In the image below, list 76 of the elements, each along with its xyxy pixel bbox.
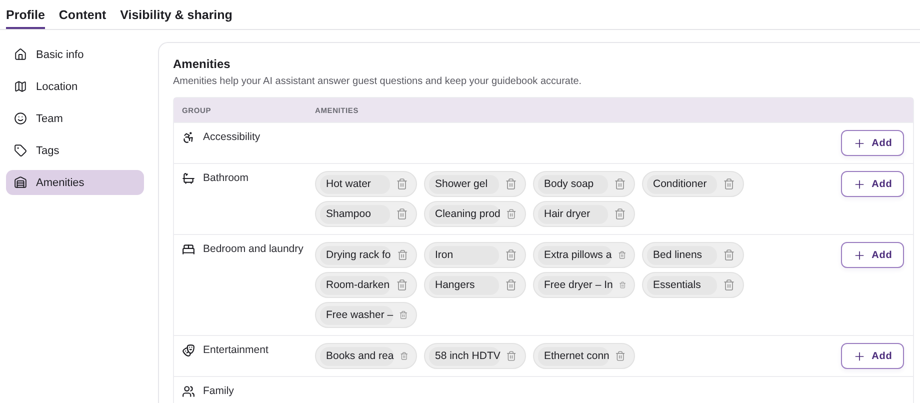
group-name: Family: [203, 385, 234, 397]
trash-icon[interactable]: [614, 208, 626, 220]
trash-icon[interactable]: [506, 350, 517, 362]
bathtub-icon: [182, 172, 195, 185]
trash-icon[interactable]: [618, 279, 626, 291]
amenity-field[interactable]: Books and rea: [320, 346, 394, 366]
plus-icon: [852, 350, 866, 362]
amenity-field[interactable]: Essentials: [647, 276, 717, 294]
group-name: Entertainment: [203, 344, 268, 356]
trash-icon[interactable]: [399, 309, 408, 321]
sidebar-item[interactable]: Basic info: [6, 42, 144, 67]
amenity-field[interactable]: Room-darken: [320, 276, 390, 294]
group-name: Bedroom and laundry: [203, 243, 304, 255]
amenity-field[interactable]: Shampoo: [320, 204, 390, 224]
trash-icon[interactable]: [723, 249, 735, 261]
trash-icon[interactable]: [723, 178, 735, 190]
amenity-field[interactable]: Free dryer – In: [538, 276, 613, 294]
bed-icon: [182, 243, 195, 256]
tab[interactable]: Visibility & sharing: [120, 8, 232, 29]
amenity-field[interactable]: Shower gel: [429, 174, 499, 194]
section-description: Amenities help your AI assistant answer guest questions and keep your guidebook accurate.: [173, 76, 583, 87]
trash-icon[interactable]: [396, 178, 408, 190]
amenity-field[interactable]: Extra pillows a: [538, 246, 612, 264]
trash-icon[interactable]: [396, 208, 408, 220]
theater-masks-icon: [182, 344, 195, 357]
amenity-field[interactable]: Ethernet conn: [538, 346, 610, 366]
trash-icon[interactable]: [506, 208, 517, 220]
tab[interactable]: Profile: [6, 8, 45, 29]
building-icon: [14, 176, 27, 189]
trash-icon[interactable]: [723, 279, 735, 291]
amenity-field[interactable]: Free washer –: [320, 306, 394, 324]
sidebar-item-label: Location: [36, 80, 78, 92]
people-icon: [182, 385, 195, 398]
trash-icon[interactable]: [615, 350, 626, 362]
trash-icon[interactable]: [505, 279, 517, 291]
amenity-field[interactable]: Cleaning prod: [429, 204, 500, 224]
map-icon: [14, 80, 27, 93]
add-button[interactable]: Add: [841, 130, 904, 156]
sidebar-item-label: Tags: [36, 144, 60, 156]
trash-icon[interactable]: [614, 178, 626, 190]
amenity-field[interactable]: 58 inch HDTV: [429, 346, 500, 366]
sidebar-item-label: Team: [36, 112, 63, 124]
trash-icon[interactable]: [396, 279, 408, 291]
sidebar-item-label: Amenities: [36, 176, 84, 188]
trash-icon[interactable]: [505, 249, 517, 261]
amenity-field[interactable]: Bed linens: [647, 246, 717, 264]
smiley-face-icon: [14, 112, 27, 125]
group-name: Bathroom: [203, 172, 249, 184]
amenity-field[interactable]: Conditioner: [647, 174, 717, 194]
amenity-field[interactable]: Body soap: [538, 174, 608, 194]
house-icon: [14, 48, 27, 61]
amenity-field[interactable]: Hot water: [320, 174, 390, 194]
sidebar-item[interactable]: Team: [6, 106, 144, 131]
wheelchair-icon: [182, 131, 195, 144]
tag-icon: [14, 144, 27, 157]
plus-icon: [852, 178, 866, 190]
sidebar-item[interactable]: Tags: [6, 138, 144, 163]
add-button[interactable]: Add: [841, 343, 904, 369]
add-button[interactable]: Add: [841, 171, 904, 197]
plus-icon: [852, 248, 866, 262]
plus-icon: [852, 136, 866, 150]
trash-icon[interactable]: [505, 178, 517, 190]
amenity-field[interactable]: Hair dryer: [538, 204, 608, 224]
trash-icon[interactable]: [400, 350, 408, 362]
amenity-field[interactable]: Iron: [429, 246, 499, 264]
amenity-field[interactable]: Hangers: [429, 276, 499, 294]
trash-icon[interactable]: [618, 249, 626, 261]
sidebar-item[interactable]: Amenities: [6, 170, 144, 195]
sidebar-item[interactable]: Location: [6, 74, 144, 99]
tab[interactable]: Content: [58, 8, 106, 29]
trash-icon[interactable]: [396, 249, 408, 261]
section-title: Amenities: [173, 57, 232, 71]
group-name: Accessibility: [203, 131, 260, 143]
sidebar-item-label: Basic info: [36, 48, 84, 60]
amenity-field[interactable]: Drying rack fo: [320, 246, 391, 264]
add-button[interactable]: Add: [841, 242, 904, 268]
